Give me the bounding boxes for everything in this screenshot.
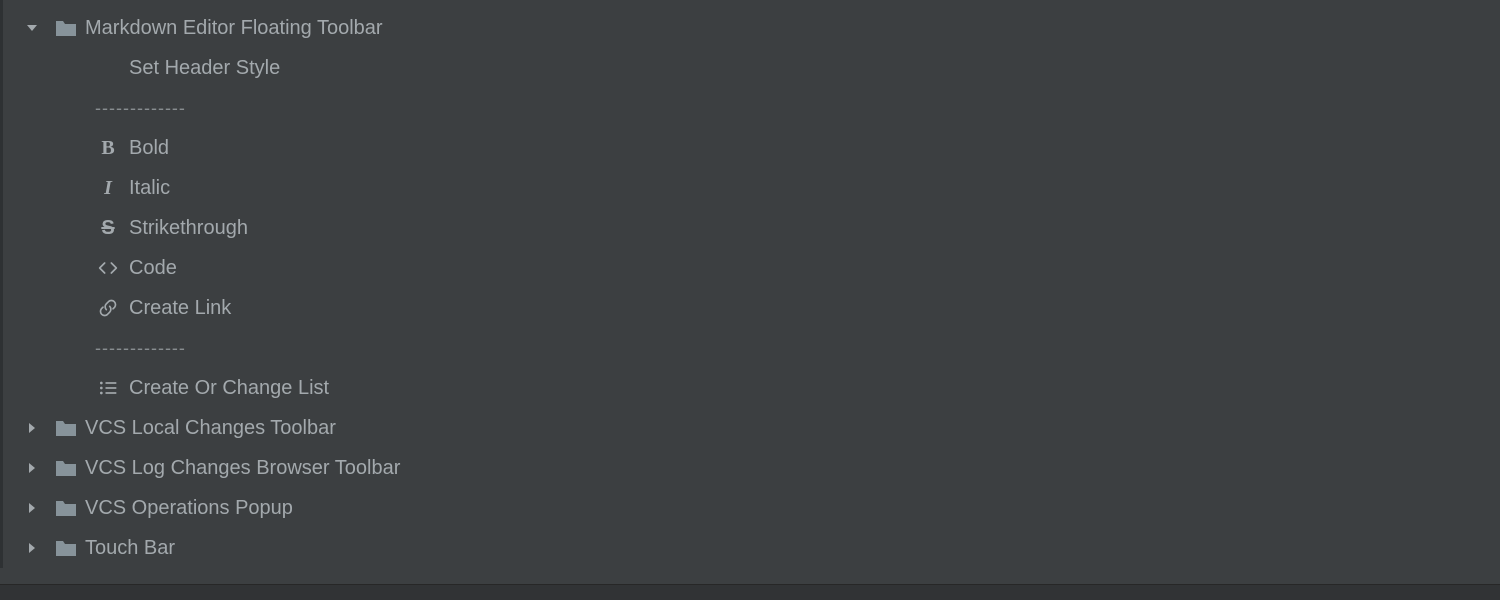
item-label: Create Link bbox=[129, 297, 231, 320]
folder-label: Markdown Editor Floating Toolbar bbox=[85, 17, 383, 40]
folder-label: Touch Bar bbox=[85, 537, 175, 560]
tree-item-create-link[interactable]: Create Link bbox=[3, 288, 1500, 328]
bold-icon: B bbox=[95, 135, 121, 161]
separator-dashes: ------------- bbox=[95, 338, 186, 359]
tree-item-strikethrough[interactable]: S Strikethrough bbox=[3, 208, 1500, 248]
folder-label: VCS Log Changes Browser Toolbar bbox=[85, 457, 400, 480]
item-label: Strikethrough bbox=[129, 217, 248, 240]
chevron-right-icon bbox=[23, 539, 41, 557]
tree-separator: ------------- bbox=[3, 88, 1500, 128]
strikethrough-icon: S bbox=[95, 215, 121, 241]
item-label: Bold bbox=[129, 137, 169, 160]
folder-icon bbox=[55, 18, 77, 38]
folder-icon bbox=[55, 498, 77, 518]
tree-folder-touch-bar[interactable]: Touch Bar bbox=[3, 528, 1500, 568]
chevron-right-icon bbox=[23, 499, 41, 517]
chevron-right-icon bbox=[23, 459, 41, 477]
tree-item-set-header-style[interactable]: Set Header Style bbox=[3, 48, 1500, 88]
tree-item-bold[interactable]: B Bold bbox=[3, 128, 1500, 168]
folder-label: VCS Local Changes Toolbar bbox=[85, 417, 336, 440]
folder-icon bbox=[55, 418, 77, 438]
item-label: Code bbox=[129, 257, 177, 280]
item-label: Set Header Style bbox=[129, 57, 280, 80]
tree-item-italic[interactable]: I Italic bbox=[3, 168, 1500, 208]
tree-folder-vcs-local-changes[interactable]: VCS Local Changes Toolbar bbox=[3, 408, 1500, 448]
tree-item-create-list[interactable]: Create Or Change List bbox=[3, 368, 1500, 408]
separator-dashes: ------------- bbox=[95, 98, 186, 119]
italic-icon: I bbox=[95, 175, 121, 201]
folder-icon bbox=[55, 458, 77, 478]
item-label: Create Or Change List bbox=[129, 377, 329, 400]
chevron-down-icon bbox=[23, 19, 41, 37]
list-icon bbox=[95, 375, 121, 401]
settings-tree: Markdown Editor Floating Toolbar Set Hea… bbox=[0, 0, 1500, 568]
link-icon bbox=[95, 295, 121, 321]
folder-icon bbox=[55, 538, 77, 558]
panel-footer-border bbox=[0, 584, 1500, 600]
folder-label: VCS Operations Popup bbox=[85, 497, 293, 520]
chevron-right-icon bbox=[23, 419, 41, 437]
tree-folder-vcs-log-changes[interactable]: VCS Log Changes Browser Toolbar bbox=[3, 448, 1500, 488]
tree-folder-vcs-operations-popup[interactable]: VCS Operations Popup bbox=[3, 488, 1500, 528]
item-label: Italic bbox=[129, 177, 170, 200]
tree-item-code[interactable]: Code bbox=[3, 248, 1500, 288]
tree-separator: ------------- bbox=[3, 328, 1500, 368]
code-icon bbox=[95, 255, 121, 281]
tree-folder-markdown-toolbar[interactable]: Markdown Editor Floating Toolbar bbox=[3, 8, 1500, 48]
